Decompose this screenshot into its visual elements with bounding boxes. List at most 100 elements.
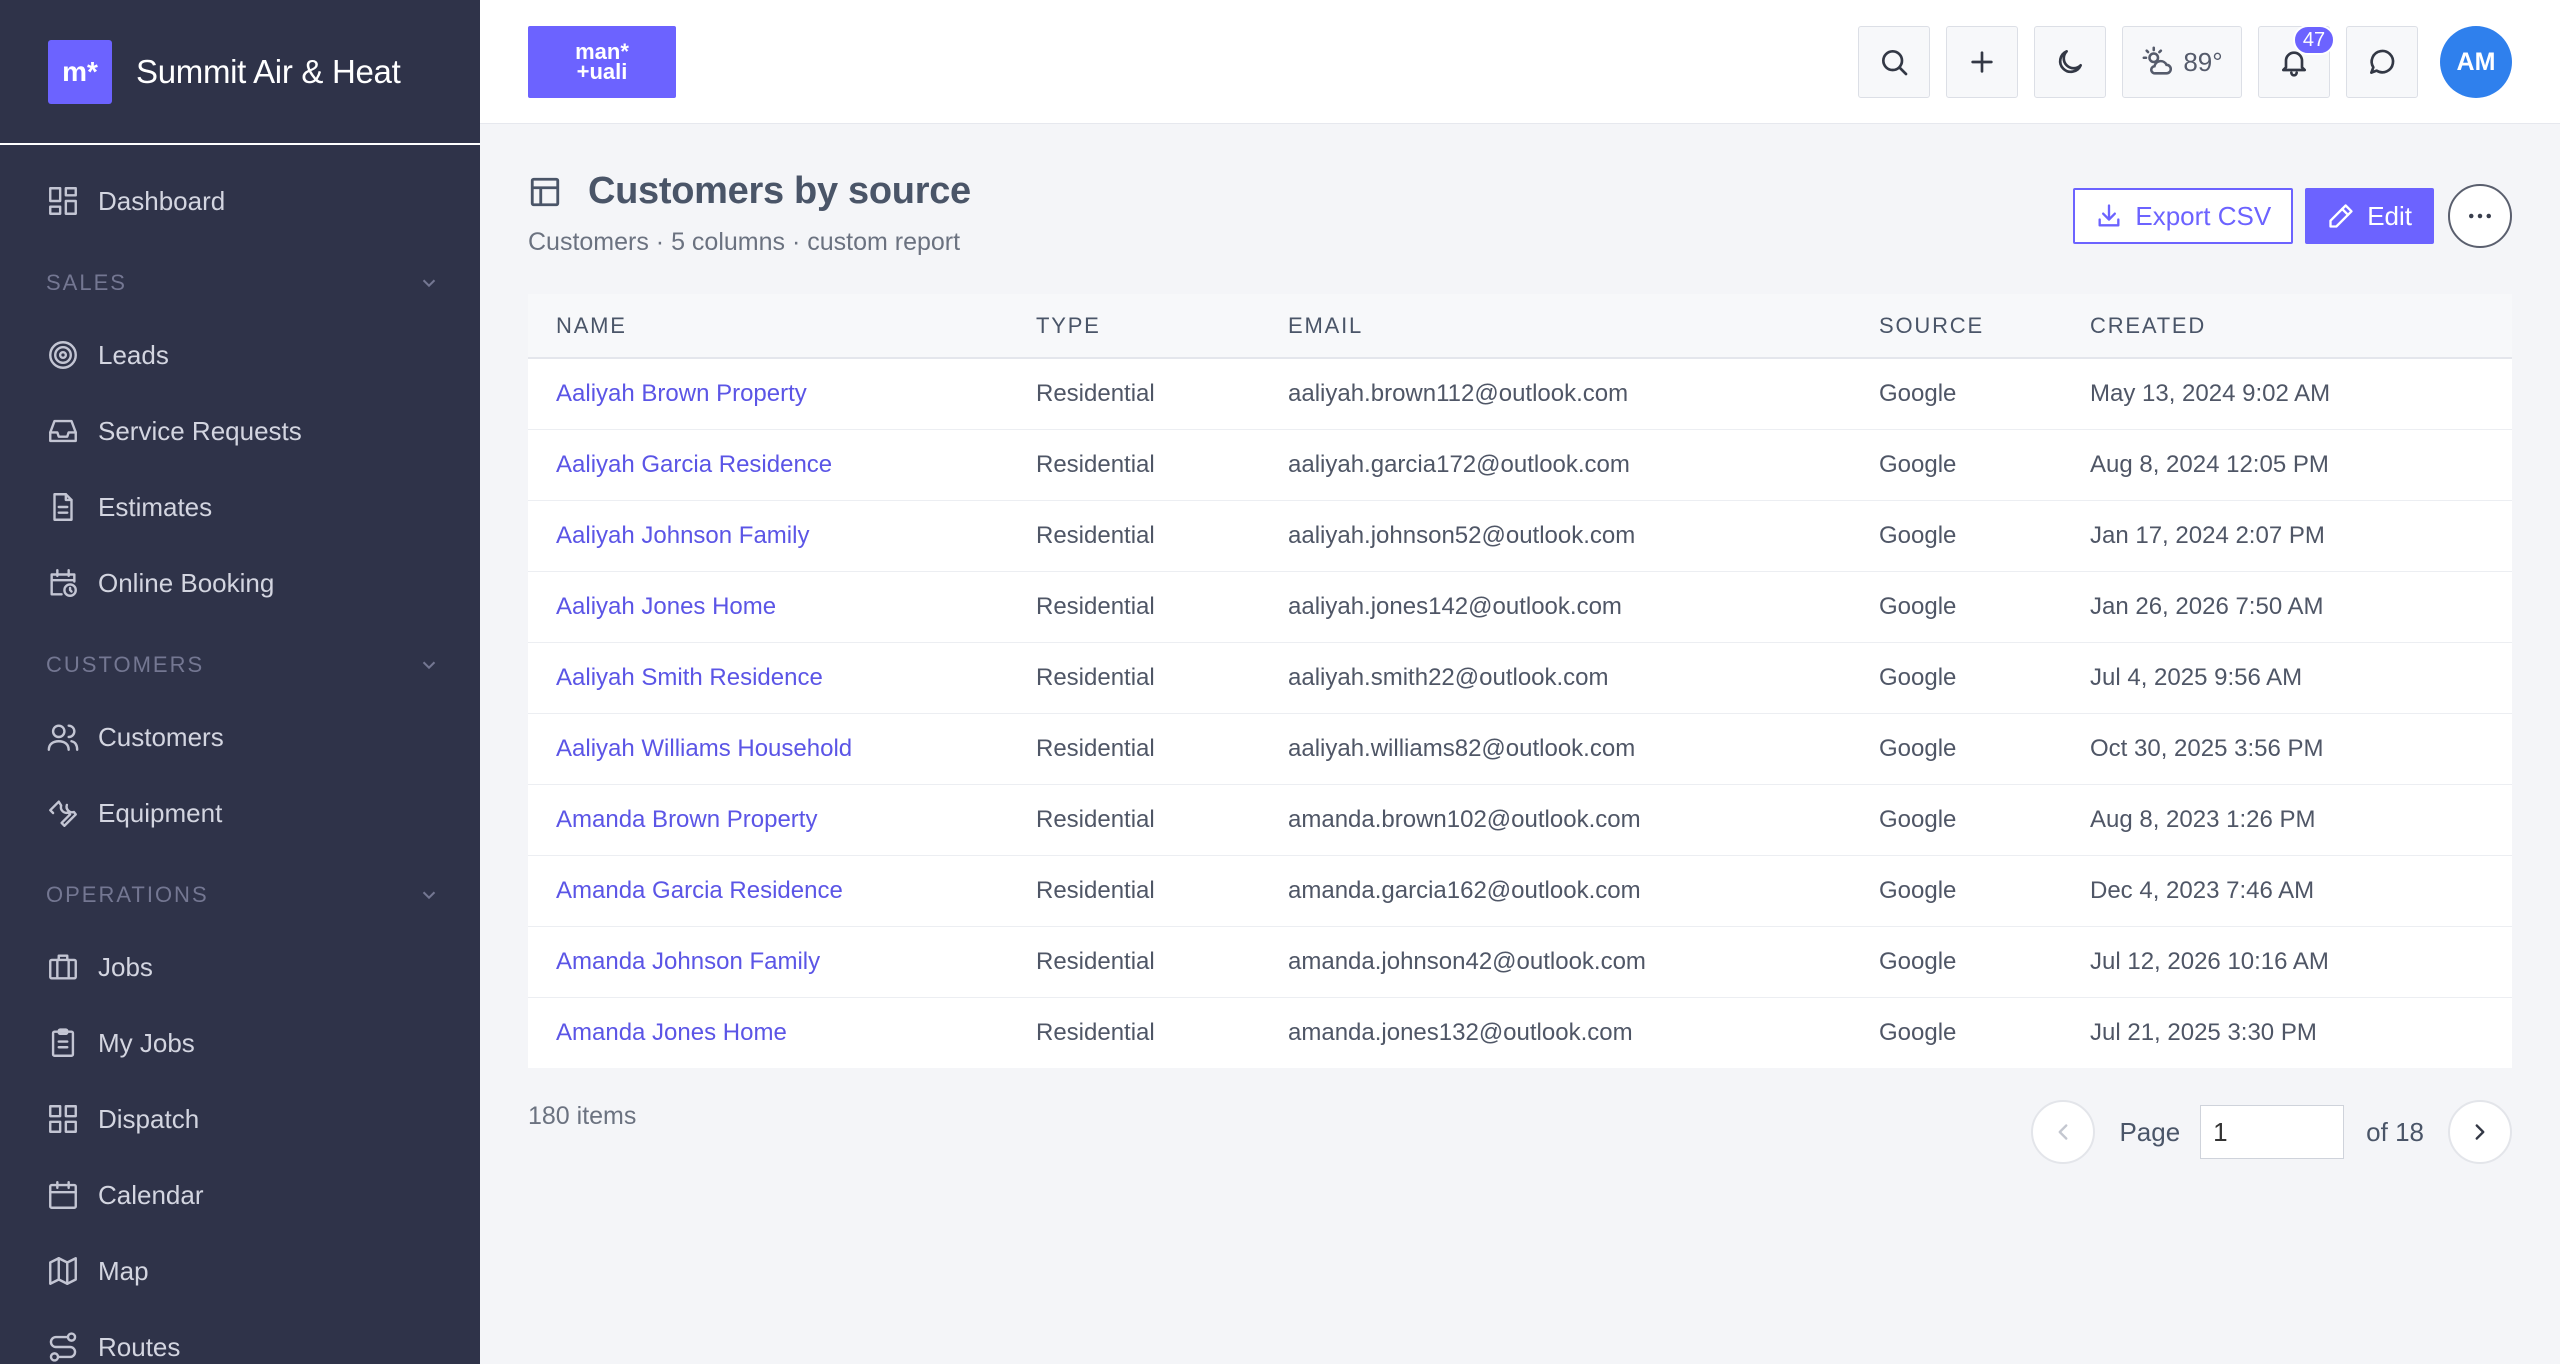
avatar[interactable]: AM — [2440, 26, 2512, 98]
top-actions: 89° 47 AM — [1858, 25, 2512, 98]
weather-partly-cloudy-icon — [2142, 46, 2173, 75]
sidebar-item-label: Service Requests — [98, 415, 302, 446]
sidebar-item-map[interactable]: Map — [0, 1233, 480, 1309]
cell-source: Google — [1879, 358, 2090, 430]
weather-temp: 89° — [2183, 46, 2223, 77]
weather-button[interactable]: 89° — [2122, 26, 2242, 98]
sidebar-item-leads[interactable]: Leads — [0, 317, 480, 393]
add-button[interactable] — [1946, 26, 2018, 98]
sidebar-section-customers[interactable]: CUSTOMERS — [0, 631, 480, 699]
page-number-input[interactable] — [2200, 1105, 2345, 1159]
pencil-icon — [2329, 204, 2353, 228]
sidebar-item-estimates[interactable]: Estimates — [0, 469, 480, 545]
page-total: of 18 — [2366, 1116, 2424, 1147]
customer-name-link[interactable]: Aaliyah Smith Residence — [556, 664, 823, 691]
sidebar-item-equipment[interactable]: Equipment — [0, 775, 480, 851]
calendar-clock-icon — [50, 569, 77, 597]
sidebar-item-label: Dispatch — [98, 1103, 200, 1134]
download-icon — [2098, 204, 2120, 227]
chevron-down-icon — [422, 891, 436, 900]
notifications-button[interactable]: 47 — [2258, 25, 2335, 98]
customer-name-link[interactable]: Amanda Jones Home — [556, 1019, 787, 1046]
customer-name-link[interactable]: Aaliyah Johnson Family — [556, 522, 809, 549]
sidebar-item-label: Dashboard — [98, 185, 226, 216]
sidebar-item-label: My Jobs — [98, 1027, 195, 1058]
title-row: Customers by source — [528, 170, 971, 213]
edit-button[interactable]: Edit — [2305, 188, 2434, 244]
chevron-right-icon — [2475, 1124, 2485, 1140]
cell-email: amanda.brown102@outlook.com — [1288, 784, 1879, 856]
column-header-email[interactable]: EMAIL — [1288, 294, 1879, 358]
previous-page-button[interactable] — [2031, 1100, 2096, 1164]
page-title: Customers by source — [588, 170, 971, 212]
messages-button[interactable] — [2346, 26, 2418, 98]
customer-name-link[interactable]: Amanda Johnson Family — [556, 948, 820, 975]
grid-icon — [49, 1105, 77, 1133]
column-header-name[interactable]: NAME — [528, 294, 1036, 358]
section-label: CUSTOMERS — [46, 652, 205, 677]
map-icon — [49, 1257, 77, 1285]
search-button[interactable] — [1858, 26, 1930, 98]
route-icon — [49, 1332, 77, 1362]
export-csv-button[interactable]: Export CSV — [2073, 188, 2294, 244]
table-row: Aaliyah Jones Home Residential aaliyah.j… — [528, 571, 2512, 643]
export-csv-label: Export CSV — [2135, 200, 2272, 231]
table-row: Aaliyah Smith Residence Residential aali… — [528, 642, 2512, 714]
cell-created: Jan 17, 2024 2:07 PM — [2090, 500, 2512, 572]
customer-name-link[interactable]: Aaliyah Jones Home — [556, 593, 776, 620]
sidebar-section-operations[interactable]: OPERATIONS — [0, 861, 480, 929]
users-icon — [47, 724, 79, 751]
sidebar-section-sales[interactable]: SALES — [0, 249, 480, 317]
sidebar-item-label: Leads — [98, 339, 169, 370]
sidebar-item-routes[interactable]: Routes — [0, 1309, 480, 1364]
column-header-type[interactable]: TYPE — [1036, 294, 1288, 358]
cell-created: Oct 30, 2025 3:56 PM — [2090, 713, 2512, 785]
plus-icon — [1971, 51, 1993, 73]
sidebar-item-service-requests[interactable]: Service Requests — [0, 393, 480, 469]
sidebar: m* Summit Air & Heat Dashboard SALES Lea… — [0, 0, 480, 1364]
chevron-down-icon — [422, 279, 436, 288]
cell-type: Residential — [1036, 358, 1288, 430]
sidebar-item-jobs[interactable]: Jobs — [0, 929, 480, 1005]
cell-type: Residential — [1036, 926, 1288, 998]
cell-email: aaliyah.jones142@outlook.com — [1288, 571, 1879, 643]
dark-mode-button[interactable] — [2034, 26, 2106, 98]
briefcase-icon — [49, 954, 77, 980]
cell-email: aaliyah.williams82@outlook.com — [1288, 713, 1879, 785]
customer-name-link[interactable]: Aaliyah Brown Property — [556, 380, 807, 407]
cell-type: Residential — [1036, 571, 1288, 643]
moon-icon — [2058, 50, 2082, 74]
sidebar-item-customers[interactable]: Customers — [0, 699, 480, 775]
brand-name: Summit Air & Heat — [136, 52, 401, 90]
more-options-button[interactable] — [2448, 184, 2512, 248]
cell-type: Residential — [1036, 1018, 1155, 1046]
sidebar-item-label: Equipment — [98, 797, 223, 828]
cell-created: Jul 21, 2025 3:30 PM — [2090, 1018, 2317, 1046]
column-header-source[interactable]: SOURCE — [1879, 294, 2090, 358]
calendar-icon — [49, 1181, 77, 1209]
page-label: Page — [2119, 1116, 2181, 1147]
customer-name-link[interactable]: Aaliyah Garcia Residence — [556, 451, 832, 478]
sidebar-item-label: Routes — [98, 1331, 181, 1362]
cell-type: Residential — [1036, 429, 1288, 501]
inbox-icon — [49, 419, 77, 443]
cell-created: Dec 4, 2023 7:46 AM — [2090, 855, 2512, 927]
customer-name-link[interactable]: Amanda Brown Property — [556, 806, 817, 833]
customer-name-link[interactable]: Aaliyah Williams Household — [556, 735, 852, 762]
sidebar-item-dispatch[interactable]: Dispatch — [0, 1081, 480, 1157]
cell-email: amanda.jones132@outlook.com — [1288, 1018, 1633, 1046]
pagination: Page of 18 — [2031, 1100, 2512, 1164]
top-logo[interactable]: man* +uali — [528, 26, 676, 98]
table-icon — [530, 177, 560, 206]
cell-email: aaliyah.johnson52@outlook.com — [1288, 500, 1879, 572]
sidebar-item-dashboard[interactable]: Dashboard — [0, 163, 480, 239]
sidebar-item-label: Estimates — [98, 491, 213, 522]
sidebar-item-online-booking[interactable]: Online Booking — [0, 545, 480, 621]
column-header-created[interactable]: CREATED — [2090, 294, 2512, 358]
next-page-button[interactable] — [2448, 1100, 2512, 1164]
customer-name-link[interactable]: Amanda Garcia Residence — [556, 877, 843, 904]
sidebar-item-my-jobs[interactable]: My Jobs — [0, 1005, 480, 1081]
brand[interactable]: m* Summit Air & Heat — [0, 0, 480, 145]
sidebar-item-calendar[interactable]: Calendar — [0, 1157, 480, 1233]
sidebar-item-label: Calendar — [98, 1179, 204, 1210]
